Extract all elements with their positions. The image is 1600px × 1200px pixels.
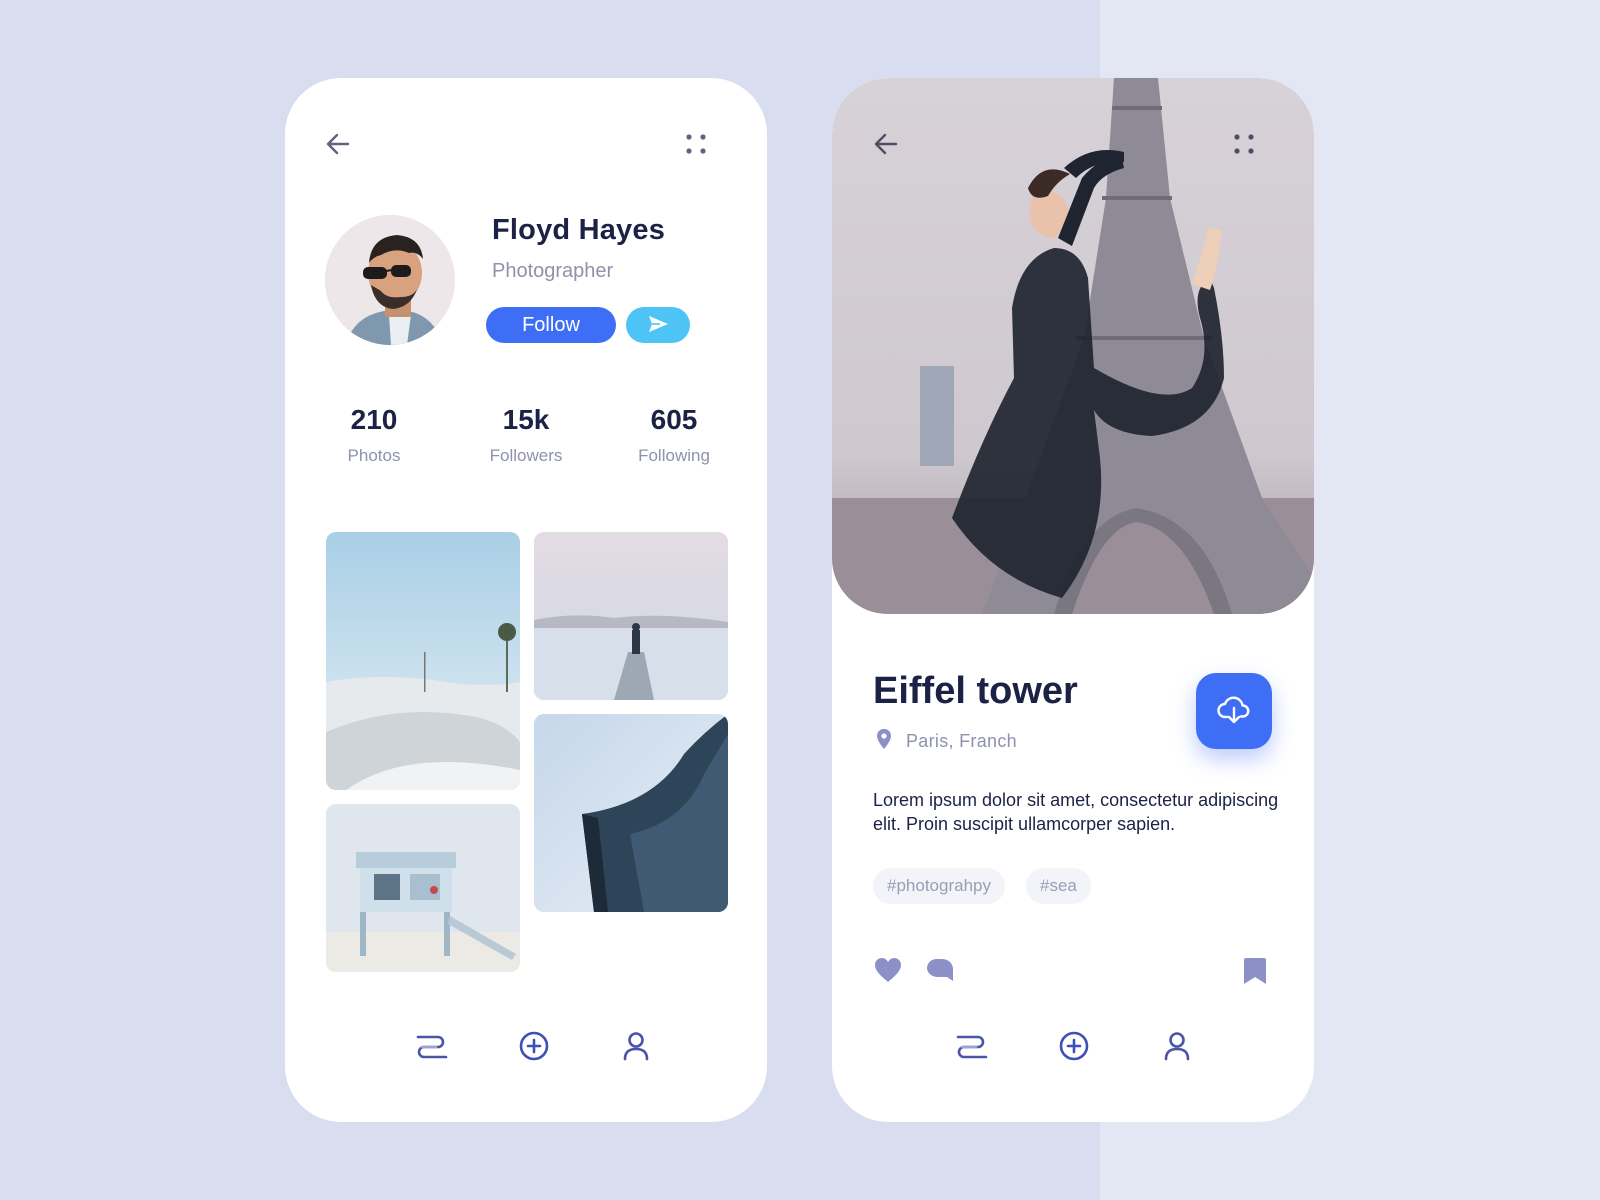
tag-sea[interactable]: #sea bbox=[1026, 868, 1091, 904]
tag-photography[interactable]: #photograhpy bbox=[873, 868, 1005, 904]
photo-skatepark[interactable] bbox=[326, 532, 520, 790]
profile-stats: 210 Photos 15k Followers 605 Following bbox=[285, 404, 767, 484]
stat-photos[interactable]: 210 Photos bbox=[304, 404, 444, 466]
menu-dots-icon[interactable] bbox=[686, 134, 706, 154]
tab-feed[interactable] bbox=[411, 1028, 451, 1068]
stat-value: 15k bbox=[502, 404, 550, 435]
stat-value: 605 bbox=[650, 404, 698, 435]
tab-feed[interactable] bbox=[951, 1028, 991, 1068]
location-pin-icon bbox=[876, 728, 892, 755]
user-icon bbox=[1163, 1031, 1191, 1066]
photo-building[interactable] bbox=[534, 714, 728, 912]
post-location: Paris, Franch bbox=[876, 728, 1017, 755]
feed-icon bbox=[954, 1033, 988, 1064]
tab-add[interactable] bbox=[1054, 1028, 1094, 1068]
add-circle-icon bbox=[519, 1031, 549, 1066]
avatar[interactable] bbox=[325, 215, 455, 345]
tab-bar bbox=[832, 1028, 1314, 1078]
like-heart-icon[interactable] bbox=[874, 957, 902, 988]
comment-icon[interactable] bbox=[926, 957, 954, 988]
profile-role: Photographer bbox=[492, 260, 614, 282]
tab-add[interactable] bbox=[514, 1028, 554, 1068]
hero-photo[interactable] bbox=[832, 78, 1314, 614]
stat-value: 210 bbox=[350, 404, 398, 435]
post-description: Lorem ipsum dolor sit amet, consectetur … bbox=[873, 790, 1279, 834]
tab-profile[interactable] bbox=[1157, 1028, 1197, 1068]
location-text: Paris, Franch bbox=[906, 731, 1017, 751]
tab-profile[interactable] bbox=[616, 1028, 656, 1068]
bookmark-icon[interactable] bbox=[1243, 957, 1267, 990]
stat-label: Photos bbox=[347, 446, 401, 465]
follow-button[interactable]: Follow bbox=[486, 307, 616, 343]
profile-name: Floyd Hayes bbox=[492, 214, 666, 246]
user-icon bbox=[622, 1031, 650, 1066]
cloud-download-icon bbox=[1217, 695, 1251, 728]
back-arrow-icon[interactable] bbox=[324, 130, 352, 158]
stat-following[interactable]: 605 Following bbox=[604, 404, 744, 466]
send-icon bbox=[647, 314, 669, 337]
photo-lifeguard-tower[interactable] bbox=[326, 804, 520, 972]
profile-screen: Floyd Hayes Photographer Follow 210 Phot… bbox=[285, 78, 767, 1122]
stat-label: Following bbox=[638, 446, 710, 465]
menu-dots-icon[interactable] bbox=[1234, 134, 1254, 154]
send-message-button[interactable] bbox=[626, 307, 690, 343]
post-detail-screen: Eiffel tower Paris, Franch Lorem ipsum d… bbox=[832, 78, 1314, 1122]
tab-bar bbox=[285, 1028, 767, 1078]
back-arrow-icon[interactable] bbox=[872, 130, 900, 158]
stat-label: Followers bbox=[489, 446, 563, 465]
post-title: Eiffel tower bbox=[873, 670, 1078, 712]
add-circle-icon bbox=[1059, 1031, 1089, 1066]
download-button[interactable] bbox=[1196, 673, 1272, 749]
stat-followers[interactable]: 15k Followers bbox=[456, 404, 596, 466]
photo-pier[interactable] bbox=[534, 532, 728, 700]
feed-icon bbox=[414, 1033, 448, 1064]
